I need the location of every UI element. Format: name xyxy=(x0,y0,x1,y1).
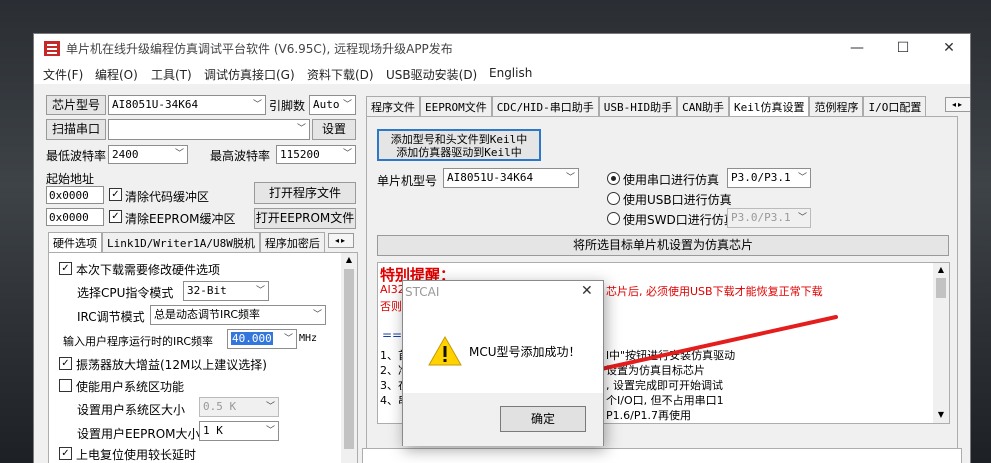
dialog-title: STCAI xyxy=(405,285,440,299)
warning-icon xyxy=(428,336,462,366)
dialog-close-button[interactable]: ✕ xyxy=(581,283,593,299)
dialog-message: MCU型号添加成功！ xyxy=(469,345,581,359)
message-dialog: STCAI ✕ MCU型号添加成功！ 确定 xyxy=(402,280,604,446)
dialog-footer: 确定 xyxy=(403,393,603,446)
ok-button[interactable]: 确定 xyxy=(500,406,586,432)
